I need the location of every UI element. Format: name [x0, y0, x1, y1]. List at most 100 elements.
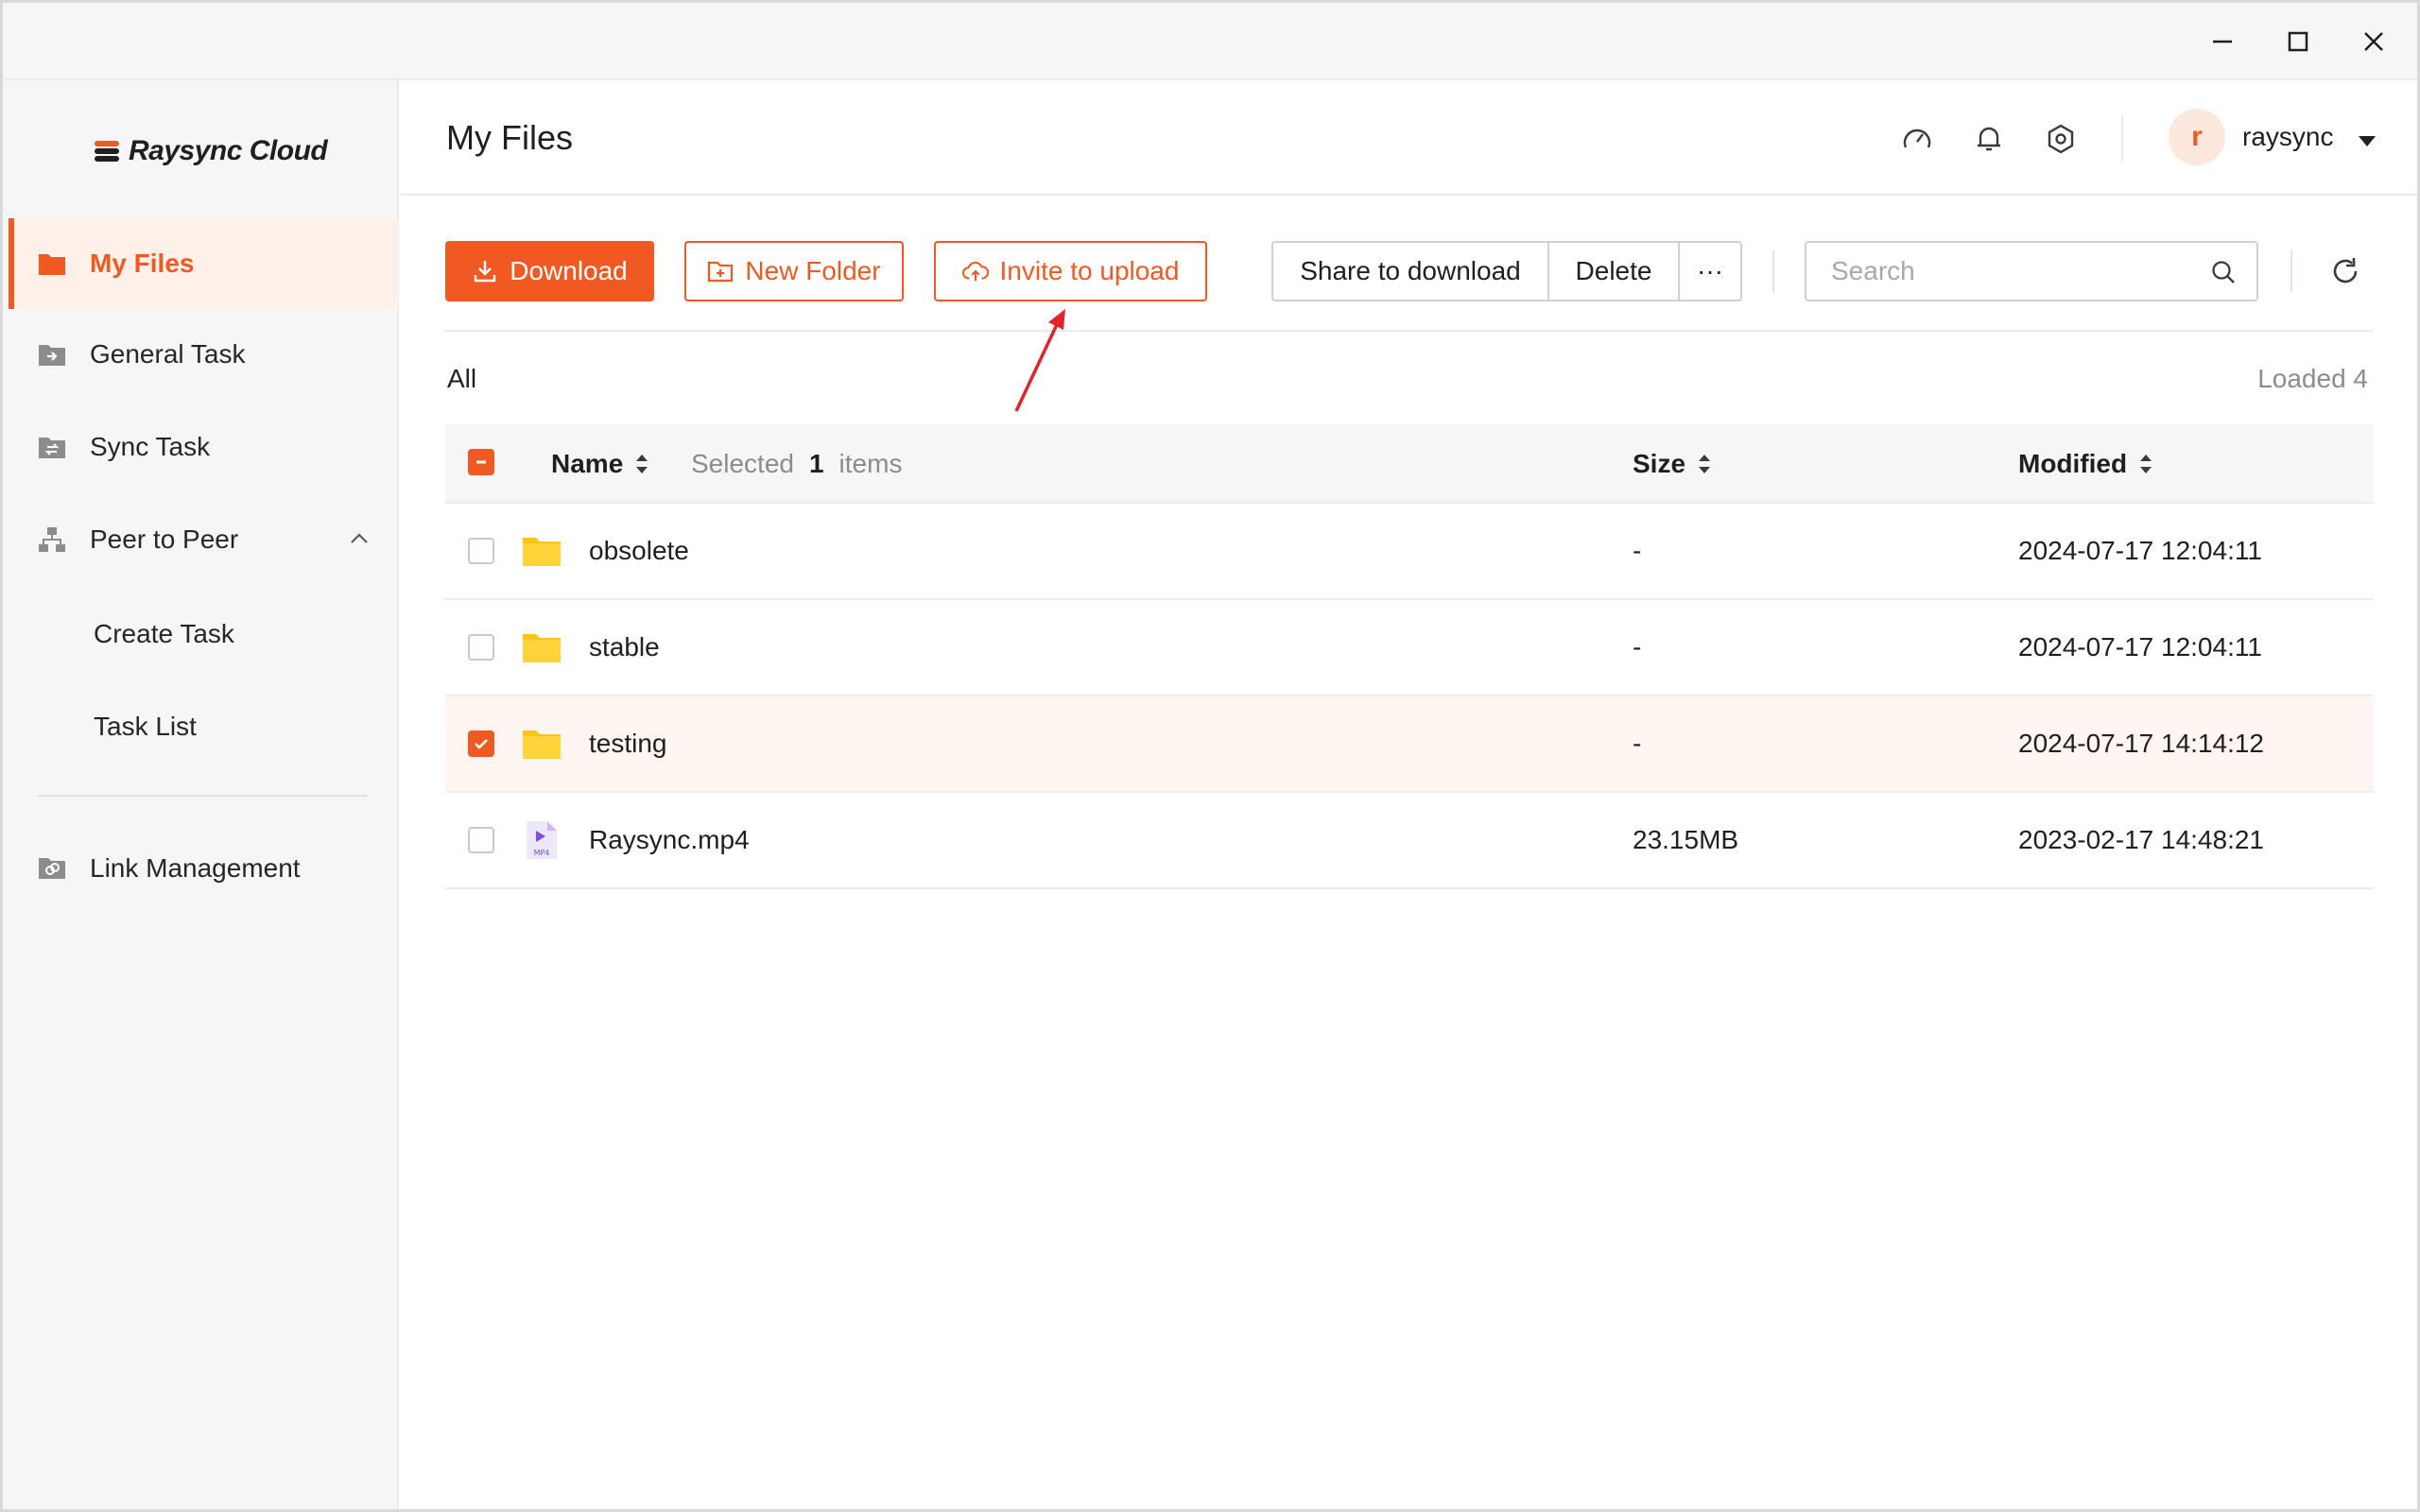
file-name: stable: [589, 632, 660, 662]
file-size: -: [1633, 729, 1642, 758]
column-size-header[interactable]: Size: [1633, 449, 1714, 479]
file-name: testing: [589, 729, 667, 758]
chevron-up-icon[interactable]: [347, 526, 372, 551]
delete-button[interactable]: Delete: [1547, 243, 1678, 300]
folder-icon: [523, 730, 561, 759]
sidebar-item-label: Peer to Peer: [90, 524, 239, 554]
column-name-header[interactable]: Name: [551, 449, 651, 479]
file-name: obsolete: [589, 536, 689, 565]
file-size: -: [1633, 632, 1642, 662]
column-modified-header[interactable]: Modified: [2018, 449, 2155, 479]
search-box: [1805, 241, 2258, 301]
sort-icon: [1699, 455, 1711, 473]
table-row[interactable]: stable - 2024-07-17 12:04:11: [445, 600, 2374, 696]
sidebar-item-create-task[interactable]: Create Task: [94, 619, 234, 649]
toolbar-separator: [2290, 250, 2292, 292]
username[interactable]: raysync: [2242, 122, 2333, 152]
select-all-checkbox[interactable]: [468, 449, 494, 475]
sidebar-item-my-files[interactable]: My Files: [9, 218, 398, 309]
task-folder-icon: [37, 339, 67, 369]
row-checkbox[interactable]: [468, 538, 494, 564]
file-modified: 2023-02-17 14:48:21: [2018, 825, 2264, 854]
sidebar-divider: [37, 795, 368, 797]
more-button[interactable]: ···: [1678, 243, 1740, 300]
download-icon: [472, 258, 498, 284]
close-icon: [2364, 32, 2383, 51]
minimize-button[interactable]: [2196, 20, 2249, 63]
new-folder-icon: [707, 258, 734, 284]
download-label: Download: [510, 256, 628, 285]
sort-icon: [636, 455, 648, 473]
folder-icon: [523, 538, 561, 566]
action-button-group: Share to download Delete ···: [1271, 241, 1742, 301]
bell-icon[interactable]: [1970, 120, 2008, 158]
maximize-icon: [2288, 31, 2308, 52]
maximize-button[interactable]: [2272, 20, 2325, 63]
folder-icon: [523, 634, 561, 662]
row-checkbox[interactable]: [468, 827, 494, 853]
link-icon: [37, 853, 67, 884]
new-folder-button[interactable]: New Folder: [684, 241, 904, 301]
new-folder-label: New Folder: [745, 256, 881, 285]
check-icon: [475, 739, 488, 749]
sidebar-item-task-list[interactable]: Task List: [94, 712, 197, 742]
sidebar-item-label: Link Management: [90, 853, 301, 883]
file-modified: 2024-07-17 12:04:11: [2018, 632, 2262, 662]
logo-text: Raysync Cloud: [129, 135, 328, 166]
sidebar-item-sync-task[interactable]: Sync Task: [10, 402, 398, 492]
toolbar-separator: [1772, 250, 1774, 292]
svg-text:MP4: MP4: [534, 849, 550, 857]
search-icon[interactable]: [2209, 258, 2238, 286]
file-name: Raysync.mp4: [589, 825, 750, 854]
page-title: My Files: [446, 118, 573, 157]
sync-folder-icon: [37, 432, 67, 462]
breadcrumb[interactable]: All: [447, 364, 476, 394]
raysync-logo-icon: [95, 141, 119, 162]
column-size-label: Size: [1633, 449, 1686, 478]
sidebar-item-label: My Files: [90, 249, 195, 278]
speed-icon[interactable]: [1898, 120, 1936, 158]
file-modified: 2024-07-17 14:14:12: [2018, 729, 2264, 758]
table-row[interactable]: MP4 Raysync.mp4 23.15MB 2023-02-17 14:48…: [445, 793, 2374, 889]
sidebar: Raysync Cloud My Files General Task Sync…: [3, 80, 399, 1509]
sidebar-item-link-management[interactable]: Link Management: [10, 823, 398, 914]
selected-prefix: Selected: [691, 449, 794, 478]
settings-icon[interactable]: [2042, 120, 2080, 158]
row-checkbox[interactable]: [468, 634, 494, 661]
file-modified: 2024-07-17 12:04:11: [2018, 536, 2262, 565]
table-row[interactable]: testing - 2024-07-17 14:14:12: [445, 696, 2374, 793]
table-row[interactable]: obsolete - 2024-07-17 12:04:11: [445, 504, 2374, 600]
invite-to-upload-label: Invite to upload: [999, 256, 1180, 285]
selected-suffix: items: [838, 449, 903, 478]
selected-info: Selected 1 items: [691, 449, 902, 479]
share-to-download-button[interactable]: Share to download: [1273, 243, 1547, 300]
folder-icon: [37, 249, 67, 279]
avatar[interactable]: r: [2169, 109, 2225, 165]
column-name-label: Name: [551, 449, 624, 478]
header: My Files r raysync: [401, 80, 2417, 196]
annotation-arrow-icon: [1014, 309, 1065, 412]
close-button[interactable]: [2347, 20, 2400, 63]
sidebar-item-label: General Task: [90, 339, 246, 369]
selected-count: 1: [808, 449, 824, 478]
app-window: Raysync Cloud My Files General Task Sync…: [0, 0, 2420, 1512]
toolbar-divider: [445, 330, 2374, 332]
invite-to-upload-button[interactable]: Invite to upload: [934, 241, 1207, 301]
table-header: Name Selected 1 items Size Modified: [445, 424, 2374, 504]
search-input[interactable]: [1829, 252, 2188, 290]
row-checkbox[interactable]: [468, 730, 494, 757]
download-button[interactable]: Download: [445, 241, 654, 301]
sidebar-item-general-task[interactable]: General Task: [10, 309, 398, 400]
column-modified-label: Modified: [2018, 449, 2128, 478]
refresh-icon[interactable]: [2328, 254, 2362, 288]
sort-icon: [2140, 455, 2152, 473]
caret-down-icon[interactable]: [2354, 128, 2380, 154]
file-size: -: [1633, 536, 1642, 565]
sidebar-item-peer-to-peer[interactable]: Peer to Peer: [10, 494, 398, 585]
logo: Raysync Cloud: [93, 135, 328, 167]
header-separator: [2121, 114, 2123, 162]
loaded-count: Loaded 4: [2257, 364, 2368, 393]
indeterminate-icon: [476, 460, 486, 464]
cloud-upload-icon: [961, 258, 989, 284]
video-file-icon: MP4: [527, 821, 557, 859]
